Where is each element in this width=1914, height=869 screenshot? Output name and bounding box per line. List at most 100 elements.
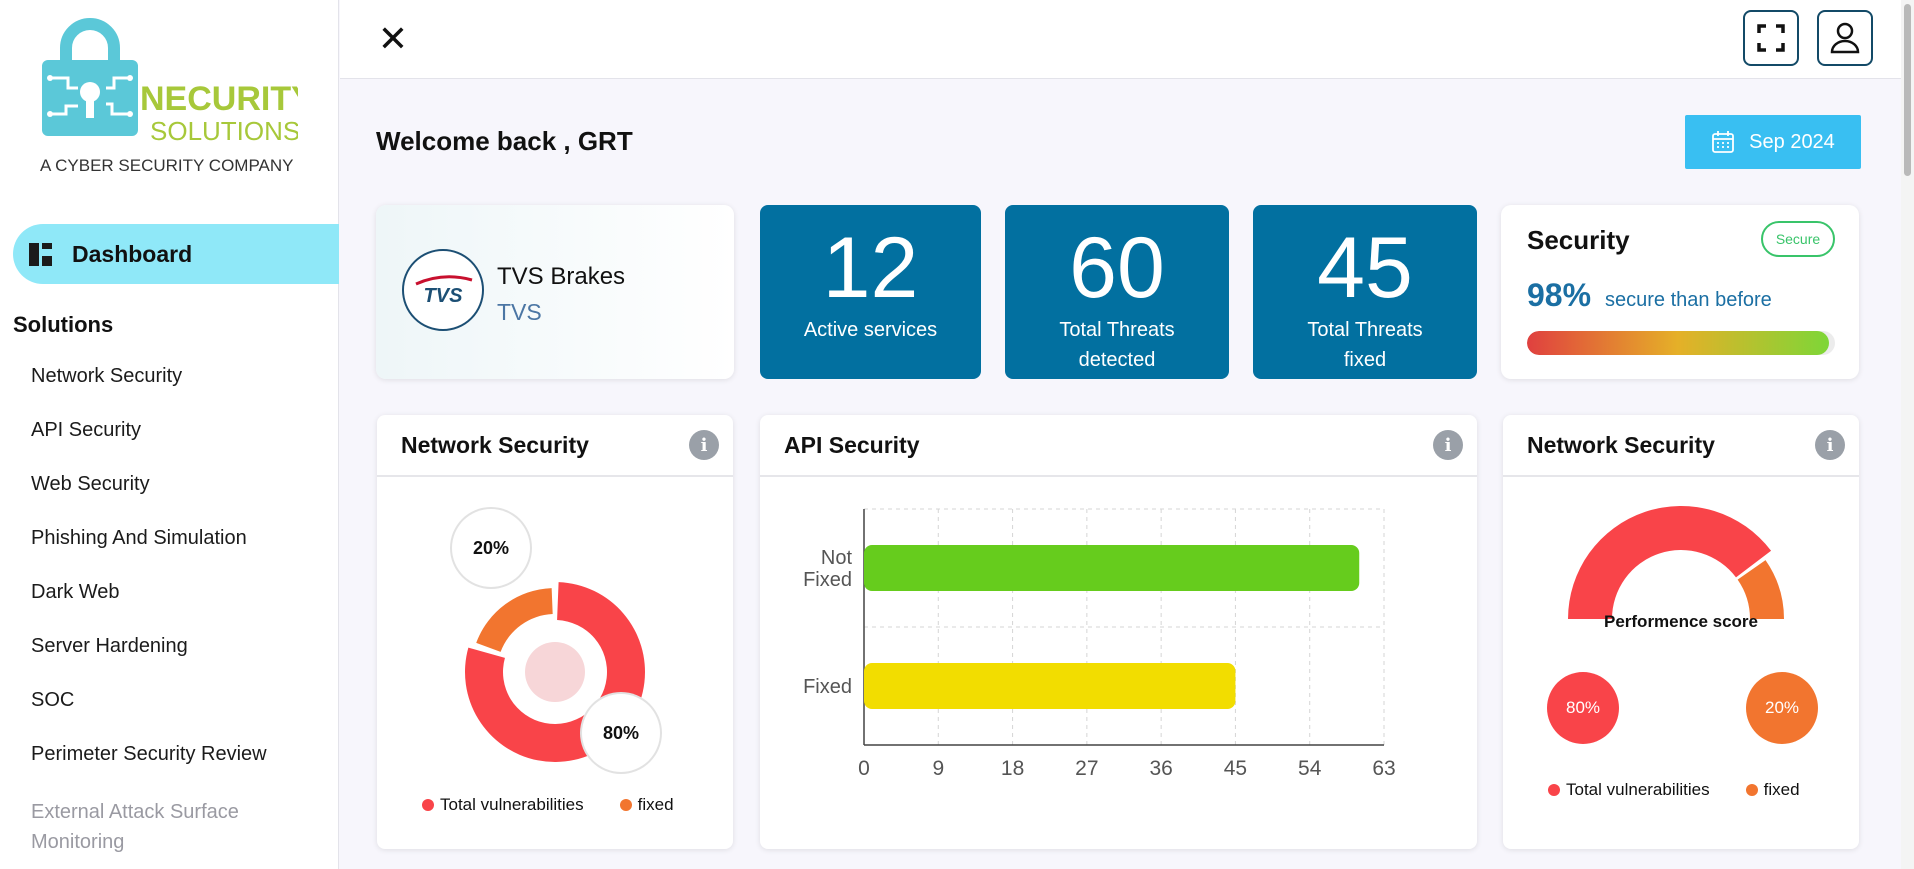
legend-dot — [619, 799, 632, 811]
legend-label: fixed — [637, 795, 674, 814]
legend-label: Total vulnerabilities — [1566, 780, 1710, 799]
legend-dot — [422, 799, 434, 811]
company-name: TVS Brakes — [497, 263, 626, 290]
legend-label: Total vulnerabilities — [440, 795, 584, 814]
sidebar-item-soc[interactable]: SOC — [31, 689, 271, 743]
company-logo-text: TVS — [424, 285, 464, 307]
sidebar-item-network-security[interactable]: Network Security — [31, 365, 271, 419]
sidebar-item-web-security[interactable]: Web Security — [31, 473, 271, 527]
welcome-heading: Welcome back , GRT — [376, 126, 633, 156]
stat-value: 12 — [822, 220, 919, 316]
sidebar-item-dark-web[interactable]: Dark Web — [31, 581, 271, 635]
brand-name: NECURITY — [140, 80, 298, 118]
bar — [864, 545, 1360, 591]
legend-item: fixed — [619, 795, 674, 815]
stat-label: Total Threats — [1059, 319, 1175, 341]
company-logo-badge: TVS — [402, 249, 484, 331]
x-tick-label: 18 — [1001, 757, 1024, 780]
x-tick-label: 45 — [1224, 757, 1247, 780]
x-tick-label: 63 — [1372, 757, 1395, 780]
donut-center — [525, 642, 585, 702]
sidebar-item-phishing[interactable]: Phishing And Simulation — [31, 527, 271, 581]
panel-title: Network Security — [401, 431, 589, 458]
security-text: secure than before — [1605, 289, 1772, 311]
dashboard-icon — [29, 242, 52, 266]
sidebar-item-api-security[interactable]: API Security — [31, 419, 271, 473]
gauge-chart — [1568, 506, 1784, 619]
fullscreen-icon — [1757, 24, 1785, 52]
sidebar-item-label: Dashboard — [72, 240, 193, 267]
donut-chart — [464, 582, 645, 762]
legend-item: Total vulnerabilities — [422, 795, 584, 815]
network-security-gauge-panel: Network Security i Performence score 80%… — [1503, 415, 1859, 849]
company-subtitle: TVS — [497, 299, 542, 325]
donut-label-large: 80% — [582, 694, 660, 772]
legend-dot — [1548, 784, 1560, 796]
y-tick-label: Fixed — [803, 676, 852, 698]
gauge-slice — [1568, 506, 1772, 619]
stat-label: Active services — [803, 319, 938, 341]
api-security-panel: API Security i 0 9 18 27 36 45 54 63 Not Fixed Fix… — [760, 415, 1477, 849]
calendar-icon — [1712, 131, 1735, 153]
x-tick-label: 54 — [1298, 757, 1322, 780]
profile-button[interactable] — [1817, 10, 1873, 66]
info-icon[interactable]: i — [689, 430, 719, 460]
gauge-pct-right: 20% — [1746, 672, 1818, 744]
stat-active-services: 12 Active services — [760, 205, 981, 379]
stat-label-2: detected — [1078, 349, 1156, 371]
legend-label: fixed — [1763, 780, 1800, 799]
legend-dot — [1745, 784, 1758, 796]
sidebar-item-server-hardening[interactable]: Server Hardening — [31, 635, 271, 689]
legend: Total vulnerabilities fixed — [422, 795, 674, 815]
sidebar-item-dashboard[interactable]: Dashboard — [13, 224, 339, 284]
x-tick-label: 0 — [858, 757, 870, 780]
stat-threats-detected: 60 Total Threats detected — [1005, 205, 1229, 379]
date-picker-button[interactable]: Sep 2024 — [1685, 115, 1861, 169]
network-security-panel: Network Security i 20% 80% Total vulnera… — [377, 415, 733, 849]
solutions-heading: Solutions — [13, 312, 114, 337]
sidebar-item-perimeter[interactable]: Perimeter Security Review — [31, 743, 271, 797]
security-title: Security — [1527, 225, 1630, 255]
info-icon[interactable]: i — [1433, 430, 1463, 460]
legend-item: Total vulnerabilities — [1548, 780, 1710, 800]
sidebar: NECURITY SOLUTIONS A CYBER SECURITY COMP… — [0, 0, 339, 869]
close-icon[interactable]: ✕ — [376, 21, 410, 57]
x-tick-label: 27 — [1075, 757, 1098, 780]
stat-value: 45 — [1317, 220, 1413, 316]
y-tick-label: Fixed — [803, 569, 852, 591]
stat-value: 60 — [1069, 220, 1165, 316]
bar — [864, 663, 1236, 709]
solutions-list: Network Security API Security Web Securi… — [31, 365, 271, 853]
panel-title: Network Security — [1527, 431, 1715, 458]
company-card: TVS TVS Brakes TVS — [376, 205, 734, 379]
date-label: Sep 2024 — [1749, 130, 1835, 153]
donut-label-small: 20% — [452, 509, 530, 587]
scrollbar-thumb[interactable] — [1904, 4, 1911, 176]
x-tick-label: 36 — [1149, 757, 1172, 780]
brand-name-2: SOLUTIONS — [150, 116, 298, 146]
gauge-center-label: Performence score — [1603, 612, 1759, 631]
user-icon — [1830, 22, 1860, 54]
stat-threats-fixed: 45 Total Threats fixed — [1253, 205, 1477, 379]
stat-label-2: fixed — [1343, 349, 1387, 371]
brand-tagline: A CYBER SECURITY COMPANY — [40, 156, 293, 175]
sidebar-item-easm[interactable]: External Attack Surface Monitoring — [31, 797, 271, 853]
legend-item: fixed — [1745, 780, 1800, 800]
donut-slice — [476, 588, 553, 652]
security-progress-bar — [1527, 331, 1835, 355]
company-logo: NECURITY SOLUTIONS A CYBER SECURITY COMP… — [38, 18, 314, 178]
top-bar: ✕ — [340, 0, 1901, 79]
bar-chart: 0 9 18 27 36 45 54 63NotFixedFixed — [803, 508, 1396, 780]
security-progress-fill — [1527, 331, 1829, 355]
gauge-pct-left: 80% — [1547, 672, 1619, 744]
y-tick-label: Not — [821, 547, 853, 569]
legend: Total vulnerabilities fixed — [1548, 780, 1800, 800]
security-card: Security Secure 98% secure than before — [1501, 205, 1859, 379]
x-tick-label: 9 — [932, 757, 944, 780]
panel-title: API Security — [784, 431, 920, 458]
stat-label: Total Threats — [1307, 319, 1423, 341]
info-icon[interactable]: i — [1815, 430, 1845, 460]
scrollbar[interactable] — [1901, 0, 1914, 869]
fullscreen-button[interactable] — [1743, 10, 1799, 66]
status-badge: Secure — [1761, 221, 1835, 257]
